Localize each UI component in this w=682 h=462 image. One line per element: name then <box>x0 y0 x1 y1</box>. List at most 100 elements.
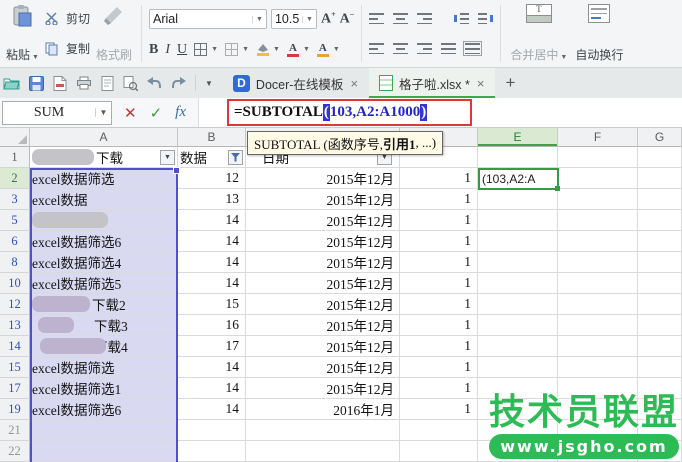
cell-D13[interactable]: 1 <box>400 315 478 336</box>
cell-F22[interactable] <box>558 441 638 462</box>
close-icon[interactable]: × <box>349 76 359 91</box>
cell-B13[interactable]: 16 <box>178 315 246 336</box>
justify-button[interactable] <box>441 43 456 54</box>
cancel-formula-button[interactable]: ✕ <box>124 104 137 122</box>
row-header-1[interactable]: 1 <box>0 147 30 168</box>
cell-C2[interactable]: 2015年12月 <box>246 168 400 189</box>
cell-D14[interactable]: 1 <box>400 336 478 357</box>
page-zoom-icon[interactable] <box>123 76 138 91</box>
cell-G5[interactable] <box>638 210 682 231</box>
cell-F5[interactable] <box>558 210 638 231</box>
cell-G17[interactable] <box>638 378 682 399</box>
cell-E15[interactable] <box>478 357 558 378</box>
cell-E12[interactable] <box>478 294 558 315</box>
cell-G2[interactable] <box>638 168 682 189</box>
filter-dropdown-a[interactable]: ▼ <box>160 150 175 165</box>
cell-G14[interactable] <box>638 336 682 357</box>
row-header-8[interactable]: 8 <box>0 252 30 273</box>
cell-D21[interactable] <box>400 420 478 441</box>
decrease-indent-button[interactable] <box>454 13 469 24</box>
cell-G15[interactable] <box>638 357 682 378</box>
cell-B17[interactable]: 14 <box>178 378 246 399</box>
cell-F17[interactable] <box>558 378 638 399</box>
row-header-12[interactable]: 12 <box>0 294 30 315</box>
row-header-17[interactable]: 17 <box>0 378 30 399</box>
cell-C13[interactable]: 2015年12月 <box>246 315 400 336</box>
font-color-button[interactable]: A ▼ <box>287 43 310 57</box>
cell-D15[interactable]: 1 <box>400 357 478 378</box>
tab-workbook[interactable]: 格子啦.xlsx * × <box>369 68 495 98</box>
cell-C12[interactable]: 2015年12月 <box>246 294 400 315</box>
cell-G3[interactable] <box>638 189 682 210</box>
cell-E10[interactable] <box>478 273 558 294</box>
cell-F19[interactable] <box>558 399 638 420</box>
paste-button[interactable]: 粘贴▼ <box>4 3 41 64</box>
cell-B3[interactable]: 13 <box>178 189 246 210</box>
align-center-button[interactable] <box>393 43 408 54</box>
cell-C19[interactable]: 2016年1月 <box>246 399 400 420</box>
cell-G8[interactable] <box>638 252 682 273</box>
row-header-19[interactable]: 19 <box>0 399 30 420</box>
tab-docer[interactable]: D Docer-在线模板 × <box>223 68 369 98</box>
cell-G21[interactable] <box>638 420 682 441</box>
cell-G13[interactable] <box>638 315 682 336</box>
cell-E19[interactable] <box>478 399 558 420</box>
insert-function-button[interactable]: fx <box>175 104 186 121</box>
cell-D2[interactable]: 1 <box>400 168 478 189</box>
cell-F10[interactable] <box>558 273 638 294</box>
format-painter-button[interactable]: 格式刷 <box>94 3 134 64</box>
row-header-5[interactable]: 5 <box>0 210 30 231</box>
cell-D6[interactable]: 1 <box>400 231 478 252</box>
cell-A5[interactable] <box>30 210 178 231</box>
cell-E8[interactable] <box>478 252 558 273</box>
cell-C17[interactable]: 2015年12月 <box>246 378 400 399</box>
cell-B21[interactable] <box>178 420 246 441</box>
cell-C3[interactable]: 2015年12月 <box>246 189 400 210</box>
row-header-21[interactable]: 21 <box>0 420 30 441</box>
cell-D8[interactable]: 1 <box>400 252 478 273</box>
cell-A14[interactable]: 下载4 <box>30 336 178 357</box>
merge-center-button[interactable]: T 合并居中▼ <box>508 3 569 64</box>
cell-A1[interactable]: 下载 ▼ <box>30 147 178 168</box>
cell-G12[interactable] <box>638 294 682 315</box>
cell-G10[interactable] <box>638 273 682 294</box>
align-bottom-button[interactable] <box>417 13 432 24</box>
cell-A17[interactable]: excel数据筛选1 <box>30 378 178 399</box>
name-box[interactable]: SUM ▼ <box>2 101 112 125</box>
cell-C14[interactable]: 2015年12月 <box>246 336 400 357</box>
cell-G22[interactable] <box>638 441 682 462</box>
cell-A10[interactable]: excel数据筛选5 <box>30 273 178 294</box>
cell-G19[interactable] <box>638 399 682 420</box>
cell-G6[interactable] <box>638 231 682 252</box>
cell-E3[interactable] <box>478 189 558 210</box>
align-right-button[interactable] <box>417 43 432 54</box>
cell-A19[interactable]: excel数据筛选6 <box>30 399 178 420</box>
decrease-font-button[interactable]: A− <box>340 10 355 28</box>
cell-F14[interactable] <box>558 336 638 357</box>
cell-F12[interactable] <box>558 294 638 315</box>
cell-E21[interactable] <box>478 420 558 441</box>
cell-A6[interactable]: excel数据筛选6 <box>30 231 178 252</box>
cell-E22[interactable] <box>478 441 558 462</box>
copy-button[interactable]: 复制 <box>45 40 90 57</box>
cell-A12[interactable]: 下载2 <box>30 294 178 315</box>
confirm-formula-button[interactable]: ✓ <box>150 104 163 122</box>
cell-F2[interactable] <box>558 168 638 189</box>
cell-F13[interactable] <box>558 315 638 336</box>
cell-E1[interactable] <box>478 147 558 168</box>
cell-G1[interactable] <box>638 147 682 168</box>
cell-A2[interactable]: excel数据筛选 <box>30 168 178 189</box>
quick-access-more-icon[interactable]: ▼ <box>205 79 213 88</box>
print-icon[interactable] <box>76 76 92 90</box>
cell-B8[interactable]: 14 <box>178 252 246 273</box>
fill-color-button[interactable]: ▼ <box>256 43 280 56</box>
export-pdf-icon[interactable] <box>53 76 67 91</box>
cell-D19[interactable]: 1 <box>400 399 478 420</box>
cell-F6[interactable] <box>558 231 638 252</box>
cell-B2[interactable]: 12 <box>178 168 246 189</box>
cell-B5[interactable]: 14 <box>178 210 246 231</box>
cell-A8[interactable]: excel数据筛选4 <box>30 252 178 273</box>
cell-F8[interactable] <box>558 252 638 273</box>
row-header-14[interactable]: 14 <box>0 336 30 357</box>
select-all-corner[interactable] <box>0 128 30 147</box>
